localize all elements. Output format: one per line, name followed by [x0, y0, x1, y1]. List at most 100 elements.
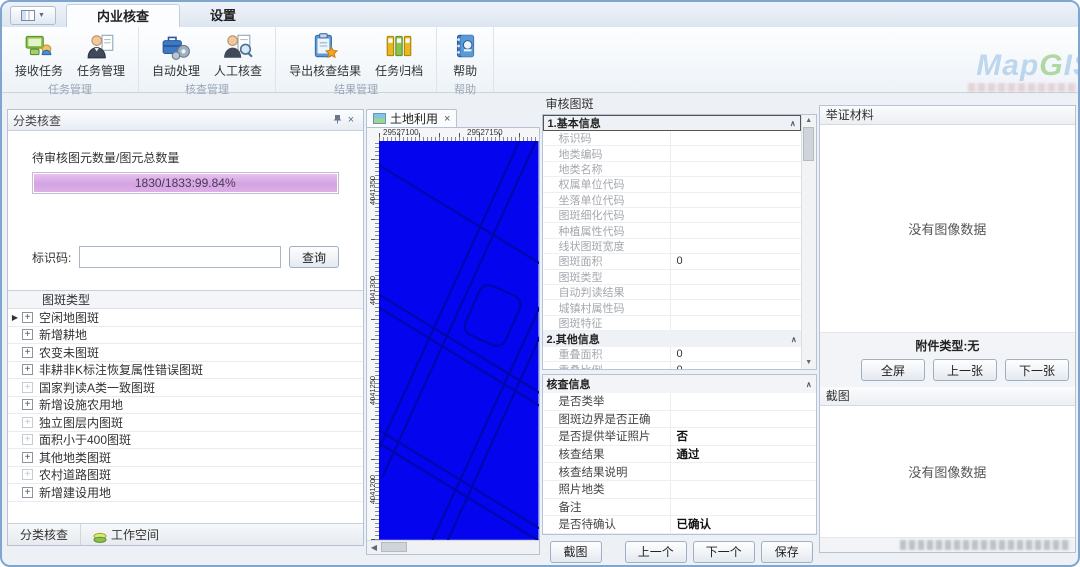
- grid-value-cell[interactable]: [671, 177, 801, 191]
- section-other-info[interactable]: 2.其他信息 ∧: [542, 331, 801, 348]
- grid-value-cell[interactable]: [671, 193, 801, 207]
- grid-value-cell[interactable]: [671, 270, 801, 284]
- grid-value-cell[interactable]: [671, 208, 801, 222]
- list-item[interactable]: ▶ + 面积小于400图斑: [8, 432, 363, 449]
- grid-value-cell[interactable]: 0: [671, 347, 801, 361]
- grid-vertical-scrollbar[interactable]: ▲ ▼: [800, 115, 816, 369]
- prev-photo-button[interactable]: 上一张: [933, 359, 998, 381]
- expand-icon[interactable]: +: [22, 486, 33, 498]
- list-item[interactable]: ▶ + 新增设施农用地: [8, 397, 363, 414]
- check-row: 是否类举: [542, 393, 816, 411]
- section-basic-info[interactable]: 1.基本信息 ∧: [542, 115, 801, 131]
- auto-process-icon: [161, 31, 191, 61]
- check-row: 备注: [542, 498, 816, 517]
- check-value-cell[interactable]: [671, 411, 816, 428]
- grid-row: 线状图斑宽度: [542, 238, 801, 255]
- evidence-title: 举证材料: [819, 106, 1076, 125]
- expand-icon[interactable]: +: [22, 451, 33, 463]
- receive-task-button[interactable]: 接收任务: [10, 29, 68, 81]
- list-item[interactable]: ▶ + 非耕非K标注恢复属性错误图斑: [8, 362, 363, 379]
- task-manage-button[interactable]: 任务管理: [72, 29, 130, 81]
- tab-close-icon[interactable]: ×: [444, 113, 450, 125]
- ribbon-group-label: 任务管理: [48, 84, 93, 96]
- list-item[interactable]: ▶ + 独立图层内图斑: [8, 414, 363, 432]
- check-value-cell[interactable]: [671, 481, 816, 498]
- expand-icon[interactable]: +: [22, 346, 33, 358]
- expand-icon[interactable]: +: [22, 399, 33, 411]
- check-value-cell[interactable]: 已确认: [671, 516, 816, 533]
- screenshot-button[interactable]: 截图: [549, 540, 602, 563]
- expand-icon[interactable]: +: [22, 434, 33, 446]
- prev-item-button[interactable]: 上一个: [624, 540, 687, 563]
- grid-value-cell[interactable]: 0: [671, 254, 801, 268]
- check-value-cell[interactable]: 否: [671, 428, 816, 445]
- auto-process-button[interactable]: 自动处理: [147, 29, 205, 81]
- grid-row: 重叠比例 0: [543, 362, 801, 369]
- check-value-cell[interactable]: 通过: [671, 446, 816, 463]
- save-button[interactable]: 保存: [760, 540, 813, 563]
- section-check-info[interactable]: 核查信息 ∧: [542, 375, 816, 393]
- map-layer-icon: [373, 113, 386, 124]
- list-item[interactable]: ▶ + 农变未图斑: [8, 344, 363, 362]
- app-menu-button[interactable]: ▼: [10, 6, 56, 25]
- grid-value-cell[interactable]: [671, 146, 801, 160]
- help-button[interactable]: 帮助: [445, 29, 485, 81]
- tab-workspace[interactable]: 工作空间: [80, 524, 171, 545]
- map-tab-landuse[interactable]: 土地利用 ×: [366, 109, 458, 127]
- grid-row: 自动判读结果: [542, 284, 801, 301]
- scroll-down-icon[interactable]: ▼: [805, 357, 812, 369]
- manual-check-button[interactable]: 人工核查: [209, 29, 267, 81]
- scroll-left-icon[interactable]: ◀: [367, 543, 381, 552]
- expand-icon[interactable]: +: [22, 311, 33, 323]
- expand-icon[interactable]: +: [22, 364, 33, 376]
- ribbon: 接收任务 任务管理 任务管理 自动处理 人工核查 核查管理 导出核查结果 任务归…: [2, 27, 1078, 96]
- grid-value-cell[interactable]: [671, 162, 801, 176]
- task-archive-button[interactable]: 任务归档: [370, 29, 428, 81]
- close-icon[interactable]: ×: [344, 114, 358, 126]
- fullscreen-button[interactable]: 全屏: [861, 359, 926, 381]
- check-row: 是否待确认 已确认: [542, 516, 816, 534]
- grid-value-cell[interactable]: [671, 131, 801, 145]
- list-item[interactable]: ▶ + 农村道路图斑: [8, 467, 363, 484]
- grid-value-cell[interactable]: [671, 239, 801, 253]
- grid-row: 权属单位代码: [542, 177, 801, 193]
- map-horizontal-scrollbar[interactable]: ◀: [367, 539, 539, 554]
- next-item-button[interactable]: 下一个: [692, 540, 755, 563]
- expand-icon[interactable]: +: [22, 381, 33, 393]
- landuse-map: [379, 141, 539, 540]
- grid-row: 城镇村属性码: [542, 300, 801, 316]
- grid-value-cell[interactable]: [671, 223, 801, 237]
- next-photo-button[interactable]: 下一张: [1005, 359, 1070, 381]
- tab-classify-check[interactable]: 分类核查: [8, 524, 80, 545]
- list-item[interactable]: ▶ + 空闲地图斑: [8, 309, 363, 327]
- check-value-cell[interactable]: [671, 499, 816, 516]
- check-row: 照片地类: [542, 480, 816, 499]
- check-row: 核查结果 通过: [542, 445, 816, 464]
- map-canvas[interactable]: [379, 141, 539, 540]
- grid-value-cell[interactable]: 0: [671, 362, 801, 369]
- ribbon-group-help: 帮助 帮助: [437, 27, 495, 96]
- grid-row: 图斑面积 0: [542, 254, 801, 270]
- expand-icon[interactable]: +: [22, 329, 33, 341]
- check-value-cell[interactable]: [671, 463, 816, 480]
- query-button[interactable]: 查询: [288, 246, 339, 268]
- expand-icon[interactable]: +: [22, 416, 33, 428]
- grid-value-cell[interactable]: [671, 300, 801, 314]
- check-value-cell[interactable]: [671, 393, 816, 410]
- list-item[interactable]: ▶ + 国家判读A类一致图斑: [8, 379, 363, 397]
- pin-icon[interactable]: [330, 114, 344, 127]
- id-input[interactable]: [79, 246, 281, 268]
- list-item[interactable]: ▶ + 新增耕地: [8, 327, 363, 344]
- grid-value-cell[interactable]: [671, 285, 801, 299]
- ribbon-tab-settings[interactable]: 设置: [180, 4, 266, 27]
- scroll-thumb[interactable]: [803, 127, 815, 161]
- export-results-button[interactable]: 导出核查结果: [284, 29, 366, 81]
- workspace-icon: [93, 529, 107, 543]
- list-item[interactable]: ▶ + 新增建设用地: [8, 484, 363, 502]
- expand-icon[interactable]: +: [22, 469, 33, 481]
- scroll-thumb[interactable]: [381, 542, 407, 553]
- ribbon-tab-inspection[interactable]: 内业核查: [66, 4, 181, 27]
- grid-value-cell[interactable]: [671, 316, 801, 330]
- scroll-up-icon[interactable]: ▲: [805, 115, 812, 127]
- list-item[interactable]: ▶ + 其他地类图斑: [8, 449, 363, 467]
